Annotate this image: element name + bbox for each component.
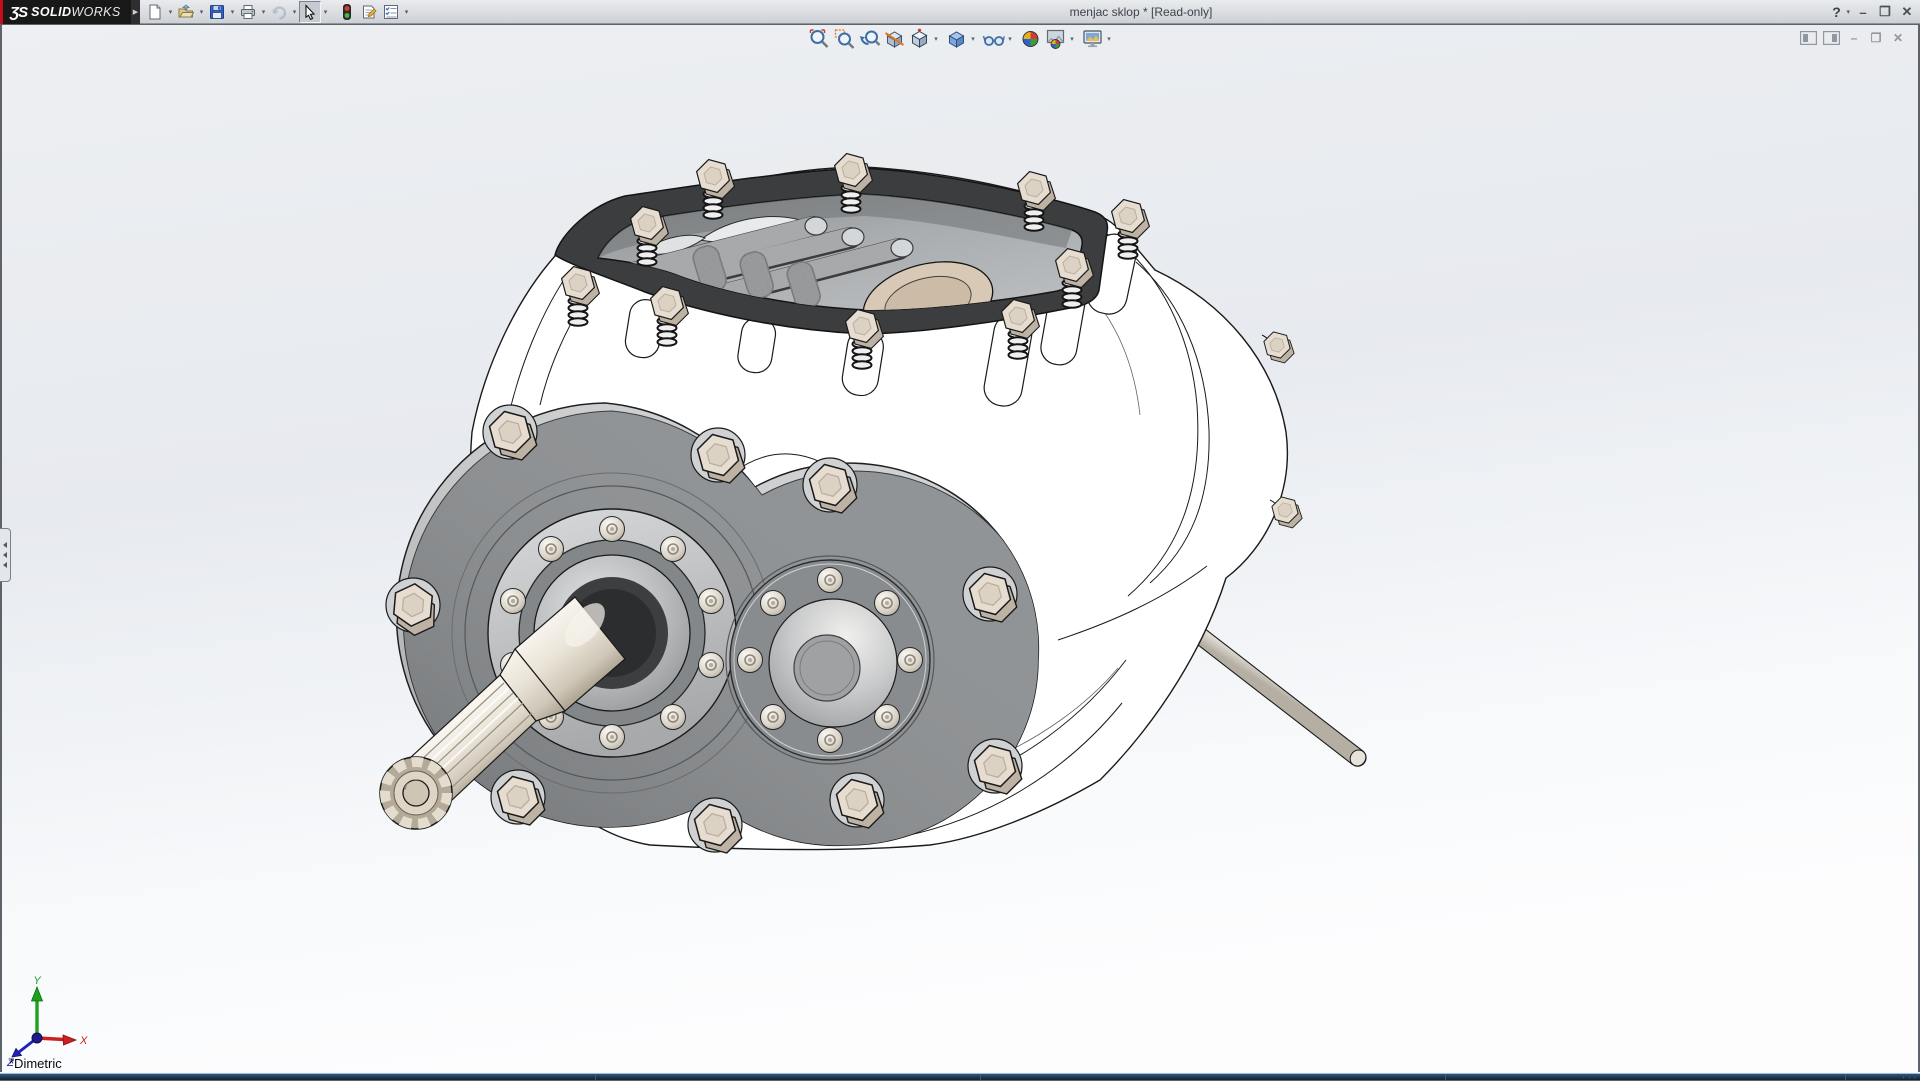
brand-name-light: WORKS [71, 5, 120, 19]
menu-flyout-arrow-icon[interactable]: ▶ [131, 0, 140, 24]
brand-name-bold: SOLID [31, 5, 71, 19]
status-bar: · · · [0, 1072, 1920, 1080]
title-bar: ƷS SOLIDWORKS ▶ ▾ ▾ [0, 0, 1920, 24]
zoom-to-fit-icon [808, 28, 830, 50]
appearance-ball-icon [1019, 28, 1041, 50]
left-pane-icon [1800, 31, 1817, 45]
new-document-button[interactable] [144, 1, 166, 23]
open-dropdown-caret[interactable]: ▾ [197, 1, 206, 23]
undo-icon [271, 4, 287, 20]
chevron-left-icon [3, 552, 7, 558]
view-orientation-caret[interactable]: ▾ [932, 27, 941, 51]
display-style-cube-icon [945, 28, 967, 50]
restore-button[interactable]: ❐ [1876, 2, 1894, 22]
file-properties-button[interactable] [358, 1, 380, 23]
doc-restore-button[interactable]: ❐ [1868, 30, 1884, 46]
options-checklist-icon [383, 4, 399, 20]
triad-y-label: Y [33, 975, 41, 987]
hide-show-items-caret[interactable]: ▾ [1006, 27, 1015, 51]
window-title: menjac sklop * [Read-only] [1041, 0, 1241, 24]
window-controls: ? ▾ – ❐ ✕ [1827, 0, 1916, 24]
zoom-to-area-button[interactable] [832, 27, 857, 52]
file-properties-icon [361, 4, 377, 20]
select-button[interactable] [299, 1, 321, 23]
eyeglasses-icon [982, 28, 1004, 50]
collapse-left-pane-button[interactable] [1800, 30, 1817, 46]
undo-dropdown-caret[interactable]: ▾ [290, 1, 299, 23]
save-floppy-icon [209, 4, 225, 20]
resize-grip[interactable]: · · · [1903, 1075, 1917, 1081]
view-orientation-cube-icon [908, 28, 930, 50]
view-settings-button[interactable] [1080, 27, 1105, 52]
section-view-icon [883, 28, 905, 50]
save-dropdown-caret[interactable]: ▾ [228, 1, 237, 23]
undo-button[interactable] [268, 1, 290, 23]
chevron-left-icon [3, 562, 7, 568]
view-orientation-button[interactable] [907, 27, 932, 52]
print-icon [240, 4, 256, 20]
apply-scene-button[interactable] [1043, 27, 1068, 52]
open-document-button[interactable] [175, 1, 197, 23]
spline-end-face [380, 757, 452, 829]
ds-logo-icon: ƷS [10, 4, 27, 21]
display-style-caret[interactable]: ▾ [969, 27, 978, 51]
options-dropdown-caret[interactable]: ▾ [402, 1, 411, 23]
open-folder-icon [178, 4, 194, 20]
view-settings-monitor-icon [1081, 28, 1103, 50]
options-button[interactable] [380, 1, 402, 23]
logo-red-bar [0, 0, 3, 24]
doc-minimize-button[interactable]: – [1846, 30, 1862, 46]
select-cursor-icon [302, 4, 318, 20]
apply-scene-icon [1044, 28, 1066, 50]
view-settings-caret[interactable]: ▾ [1105, 27, 1114, 51]
apply-scene-caret[interactable]: ▾ [1068, 27, 1077, 51]
right-pane-icon [1823, 31, 1840, 45]
zoom-to-fit-button[interactable] [807, 27, 832, 52]
view-orientation-label: *Dimetric [9, 1056, 62, 1071]
print-dropdown-caret[interactable]: ▾ [259, 1, 268, 23]
help-dropdown-caret[interactable]: ▾ [1846, 8, 1850, 16]
triad-x-label: X [79, 1035, 88, 1047]
feature-manager-collapse-tab[interactable] [0, 528, 11, 582]
rebuild-button[interactable] [336, 1, 358, 23]
document-window-controls: – ❐ ✕ [1800, 29, 1906, 47]
graphics-viewport[interactable] [0, 0, 1920, 1080]
save-button[interactable] [206, 1, 228, 23]
new-dropdown-caret[interactable]: ▾ [166, 1, 175, 23]
hide-show-items-button[interactable] [981, 27, 1006, 52]
new-document-icon [147, 4, 163, 20]
standard-toolbar: ▾ ▾ ▾ ▾ [144, 1, 411, 23]
help-button[interactable]: ? [1827, 2, 1845, 22]
zoom-to-area-icon [833, 28, 855, 50]
triad-x-axis: X [37, 1035, 88, 1047]
previous-view-icon [858, 28, 880, 50]
print-button[interactable] [237, 1, 259, 23]
collapse-right-pane-button[interactable] [1823, 30, 1840, 46]
solidworks-logo: ƷS SOLIDWORKS ▶ [0, 0, 140, 24]
doc-close-button[interactable]: ✕ [1890, 30, 1906, 46]
section-view-button[interactable] [882, 27, 907, 52]
chevron-left-icon [3, 542, 7, 548]
close-button[interactable]: ✕ [1898, 2, 1916, 22]
display-style-button[interactable] [944, 27, 969, 52]
edit-appearance-button[interactable] [1018, 27, 1043, 52]
rebuild-traffic-light-icon [339, 4, 355, 20]
application-window: ƷS SOLIDWORKS ▶ ▾ ▾ [0, 0, 1920, 1080]
heads-up-view-toolbar: ▾ ▾ ▾ [807, 26, 1114, 52]
previous-view-button[interactable] [857, 27, 882, 52]
select-dropdown-caret[interactable]: ▾ [321, 1, 330, 23]
minimize-button[interactable]: – [1854, 2, 1872, 22]
triad-y-axis: Y [32, 975, 43, 1038]
